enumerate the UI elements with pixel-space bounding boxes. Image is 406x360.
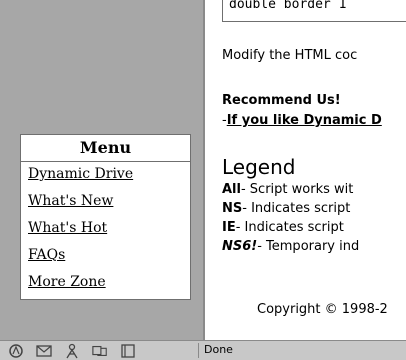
legend-desc: - Temporary ind [257,239,360,254]
legend-item-ie: IE- Indicates script [222,220,344,235]
composer-icon[interactable] [64,343,80,358]
status-separator [198,343,199,358]
menu-link-whats-hot[interactable]: What's Hot [28,218,190,245]
page-icon[interactable] [120,343,136,358]
legend-heading: Legend [222,155,296,179]
mail-icon[interactable] [36,344,52,358]
recommend-link[interactable]: If you like Dynamic D [227,113,382,128]
code-snippet-box: double border 1 [222,0,406,22]
recommend-line: -If you like Dynamic D [222,113,382,128]
legend-key: IE [222,220,236,235]
menu-title: Menu [21,135,190,162]
menu-link-dynamic-drive[interactable]: Dynamic Drive [28,164,190,191]
legend-desc: - Script works wit [240,182,354,197]
menu-box: Menu Dynamic Drive What's New What's Hot… [20,134,191,300]
legend-key: NS [222,201,243,216]
left-frame: Menu Dynamic Drive What's New What's Hot… [0,0,203,340]
recommend-heading: Recommend Us! [222,93,341,108]
legend-item-all: All- Script works wit [222,182,353,197]
legend-key: NS6! [222,239,258,254]
address-book-icon[interactable] [92,344,108,358]
menu-link-faqs[interactable]: FAQs [28,245,190,272]
menu-link-whats-new[interactable]: What's New [28,191,190,218]
legend-key: All [222,182,241,197]
legend-item-ns: NS- Indicates script [222,201,350,216]
status-bar: Done [0,340,406,360]
legend-desc: - Indicates script [242,201,351,216]
component-bar [0,341,198,360]
status-text: Done [204,343,233,356]
navigator-icon[interactable] [8,343,24,358]
legend-desc: - Indicates script [235,220,344,235]
legend-item-ns6: NS6!- Temporary ind [222,239,359,254]
copyright: Copyright © 1998-2 [257,302,388,317]
content-frame: double border 1 Modify the HTML coc Reco… [205,0,406,340]
menu-list: Dynamic Drive What's New What's Hot FAQs… [21,162,190,299]
modify-instruction: Modify the HTML coc [222,48,358,63]
menu-link-more-zone[interactable]: More Zone [28,272,190,299]
